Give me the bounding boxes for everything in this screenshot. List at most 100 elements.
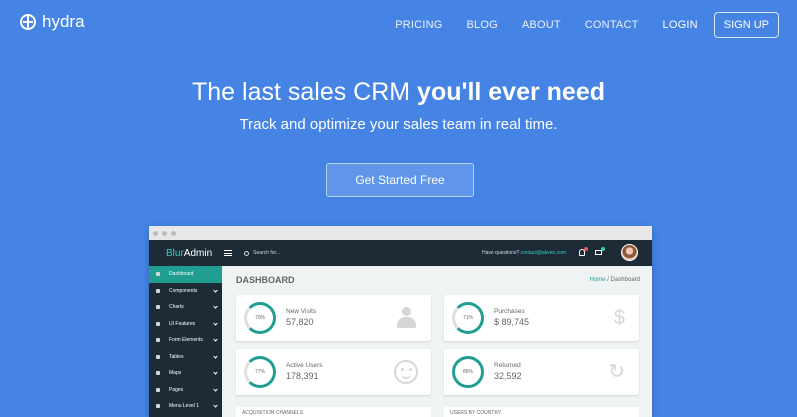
breadcrumb: Home / Dashboard (590, 277, 640, 283)
sidebar-item-label: Form Elements (169, 337, 203, 344)
stat-card-purchases: 71% Purchases $ 89,745 $ (444, 295, 639, 341)
message-badge (601, 247, 605, 251)
sidebar-item-form-elements: Form Elements (149, 332, 222, 349)
chevron-down-icon (213, 337, 218, 342)
hamburger-menu-icon (224, 250, 233, 256)
map-pin-icon (156, 371, 160, 376)
users-by-country-label: USERS BY COUNTRY (444, 407, 639, 417)
top-nav: PRICING BLOG ABOUT CONTACT LOGIN SIGN UP (371, 12, 779, 38)
ring-value: 70% (254, 315, 265, 321)
sidebar-item-maps: Maps (149, 365, 222, 382)
sidebar-item-label: Pages (169, 386, 184, 393)
ring-value: 71% (462, 315, 473, 321)
ring-value: 86% (462, 369, 473, 375)
search-icon (244, 250, 250, 256)
get-started-button[interactable]: Get Started Free (326, 163, 474, 197)
sidebar-item-label: UI Features (169, 320, 196, 327)
sidebar-item-label: Components (169, 287, 198, 294)
sidebar-item-menu-level-1: Menu Level 1 (149, 398, 222, 415)
envelope-icon (595, 250, 602, 255)
nav-blog[interactable]: BLOG (467, 19, 498, 31)
mockup-logo: BlurAdmin (166, 248, 212, 259)
nav-pricing[interactable]: PRICING (395, 19, 442, 31)
chevron-down-icon (213, 320, 218, 326)
table-icon (156, 354, 160, 359)
avatar (621, 244, 638, 261)
refresh-icon: ↻ (608, 361, 625, 383)
sidebar-item-charts: Charts (149, 299, 222, 316)
mockup-sidebar: Dashboard Components Charts UI Features … (149, 266, 222, 417)
mockup-questions: Have questions? contact@akveo.com (482, 250, 566, 256)
signup-button[interactable]: SIGN UP (713, 12, 779, 38)
card-value: 32,592 (494, 371, 522, 381)
page-title: DASHBOARD (236, 275, 295, 285)
card-value: $ 89,745 (494, 317, 530, 327)
nav-contact[interactable]: CONTACT (585, 19, 639, 31)
dollar-icon: $ (613, 307, 625, 329)
mockup-logo-blur: Blur (166, 247, 184, 259)
hero-title-plain: The last sales CRM (191, 78, 418, 106)
sidebar-item-pages: Pages (149, 382, 222, 399)
ring-value: 77% (254, 369, 265, 375)
mockup-logo-admin: Admin (183, 247, 213, 259)
window-dot-icon (162, 230, 167, 236)
dashboard-mockup: BlurAdmin Search for... Have questions? … (149, 226, 652, 417)
progress-ring: 70% (244, 302, 276, 334)
chevron-down-icon (213, 287, 218, 293)
mockup-questions-label: Have questions? (482, 250, 520, 256)
sidebar-item-dashboard: Dashboard (149, 266, 222, 283)
breadcrumb-separator: / (607, 277, 609, 283)
nav-about[interactable]: ABOUT (522, 19, 561, 31)
sidebar-item-label: Dashboard (169, 271, 194, 278)
card-label: New Visits (286, 308, 317, 315)
sidebar-item-label: Charts (169, 304, 184, 311)
mockup-contact-email: contact@akveo.com (520, 250, 567, 256)
window-dot-icon (153, 230, 158, 236)
mockup-topbar: BlurAdmin Search for... Have questions? … (149, 240, 652, 266)
pages-icon (156, 387, 160, 392)
sidebar-item-label: Maps (169, 370, 182, 377)
stat-card-returned: 86% Returned 32,592 ↻ (444, 349, 639, 395)
hydra-logo-icon (20, 14, 36, 30)
stat-card-new-visits: 70% New Visits 57,820 (236, 295, 431, 341)
sidebar-item-ui-features: UI Features (149, 316, 222, 333)
form-icon (156, 338, 160, 343)
breadcrumb-current: Dashboard (610, 277, 640, 283)
sidebar-item-components: Components (149, 283, 222, 300)
chevron-down-icon (213, 304, 218, 309)
mockup-main: DASHBOARD Home / Dashboard 70% New Visit… (222, 266, 652, 417)
card-label: Returned (494, 362, 521, 369)
hero-title-bold: you'll ever need (417, 78, 606, 106)
breadcrumb-home: Home (589, 277, 606, 283)
person-icon (396, 307, 416, 329)
mockup-window-bar (149, 226, 652, 240)
nav-login[interactable]: LOGIN (663, 19, 698, 31)
card-label: Active Users (286, 362, 323, 369)
notification-badge (584, 247, 588, 251)
home-icon (156, 272, 160, 277)
progress-ring: 86% (452, 356, 484, 388)
stat-card-active-users: 77% Active Users 178,391 (236, 349, 431, 395)
mockup-search: Search for... (244, 250, 280, 256)
sidebar-item-tables: Tables (149, 349, 222, 366)
card-value: 178,391 (286, 371, 319, 381)
chevron-down-icon (213, 353, 218, 359)
window-dot-icon (171, 230, 176, 236)
progress-ring: 71% (452, 302, 484, 334)
brand-logo-link[interactable]: hydra (20, 12, 85, 32)
chevron-down-icon (213, 403, 218, 408)
chevron-down-icon (213, 370, 218, 375)
progress-ring: 77% (244, 356, 276, 388)
hero-subtitle: Track and optimize your sales team in re… (239, 116, 558, 133)
monitor-icon (156, 321, 160, 326)
card-value: 57,820 (286, 317, 314, 327)
hero-title: The last sales CRM you'll ever need (0, 78, 797, 107)
gear-icon (156, 288, 160, 293)
menu-icon (156, 404, 160, 409)
chart-icon (156, 305, 160, 310)
mockup-search-placeholder: Search for... (253, 250, 281, 256)
sidebar-item-label: Menu Level 1 (169, 403, 200, 410)
card-label: Purchases (494, 308, 525, 315)
smile-icon (394, 360, 418, 384)
chevron-down-icon (213, 386, 218, 392)
